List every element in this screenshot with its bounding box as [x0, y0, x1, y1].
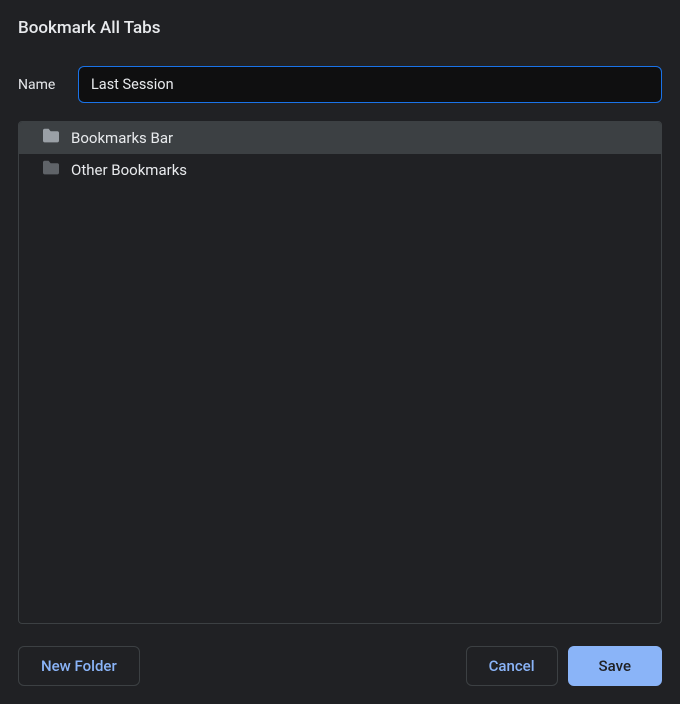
folder-item-other-bookmarks[interactable]: Other Bookmarks	[19, 154, 661, 186]
save-button[interactable]: Save	[568, 646, 662, 686]
folder-icon	[41, 160, 61, 180]
dialog-button-row: New Folder Cancel Save	[18, 646, 662, 686]
dialog-title: Bookmark All Tabs	[18, 18, 662, 38]
folder-label: Other Bookmarks	[71, 161, 187, 179]
new-folder-button[interactable]: New Folder	[18, 646, 140, 686]
folder-icon	[41, 128, 61, 148]
folder-item-bookmarks-bar[interactable]: Bookmarks Bar	[19, 122, 661, 154]
cancel-button[interactable]: Cancel	[466, 646, 558, 686]
bookmark-name-input[interactable]	[78, 66, 662, 103]
name-row: Name	[18, 66, 662, 103]
folder-label: Bookmarks Bar	[71, 129, 173, 147]
bookmark-all-tabs-dialog: Bookmark All Tabs Name Bookmarks Bar Oth…	[0, 0, 680, 704]
folder-tree[interactable]: Bookmarks Bar Other Bookmarks	[18, 121, 662, 624]
name-label: Name	[18, 77, 60, 93]
